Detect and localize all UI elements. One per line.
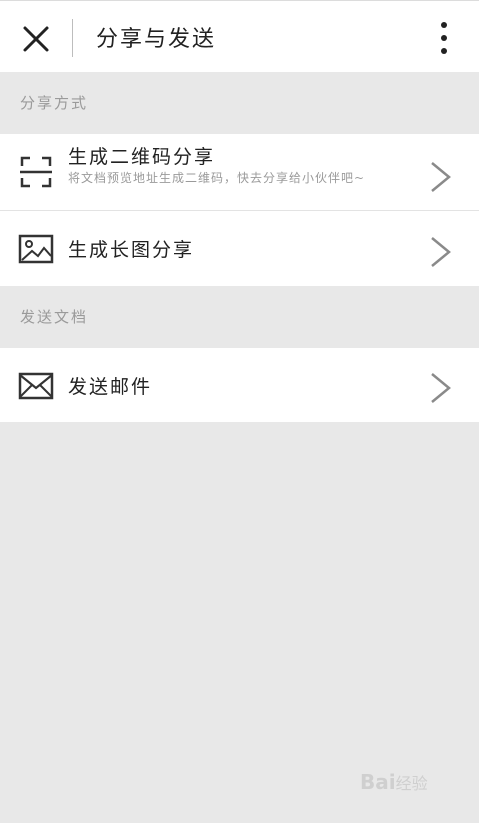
qr-share-item[interactable]: 生成二维码分享 将文档预览地址生成二维码，快去分享给小伙伴吧~ bbox=[0, 134, 479, 210]
section-title: 分享方式 bbox=[20, 94, 89, 112]
more-vertical-icon bbox=[441, 22, 447, 54]
long-image-share-item[interactable]: 生成长图分享 bbox=[0, 211, 479, 286]
image-icon bbox=[18, 234, 54, 264]
qr-share-description: 将文档预览地址生成二维码，快去分享给小伙伴吧~ bbox=[68, 171, 366, 185]
send-email-item[interactable]: 发送邮件 bbox=[0, 348, 479, 422]
qr-scan-icon bbox=[20, 156, 52, 188]
long-image-share-label: 生成长图分享 bbox=[68, 239, 195, 261]
section-header-send: 发送文档 bbox=[0, 286, 479, 348]
mail-icon bbox=[18, 372, 54, 400]
page-title: 分享与发送 bbox=[96, 27, 217, 52]
chevron-right-icon bbox=[431, 373, 451, 403]
watermark-suffix: 经验 bbox=[395, 774, 428, 793]
chevron-right-icon bbox=[431, 237, 451, 267]
section-header-share: 分享方式 bbox=[0, 72, 479, 134]
section-title: 发送文档 bbox=[20, 308, 89, 326]
chevron-right-icon bbox=[431, 162, 451, 192]
watermark-text: Bai bbox=[360, 770, 396, 794]
top-bar: 分享与发送 bbox=[0, 0, 479, 72]
close-icon bbox=[23, 26, 49, 52]
qr-share-label: 生成二维码分享 bbox=[68, 146, 216, 168]
header-divider bbox=[72, 19, 73, 57]
send-email-label: 发送邮件 bbox=[68, 376, 153, 398]
more-options-button[interactable] bbox=[428, 21, 460, 55]
baidu-watermark: Bai经验 bbox=[360, 770, 428, 794]
close-button[interactable] bbox=[18, 21, 54, 57]
